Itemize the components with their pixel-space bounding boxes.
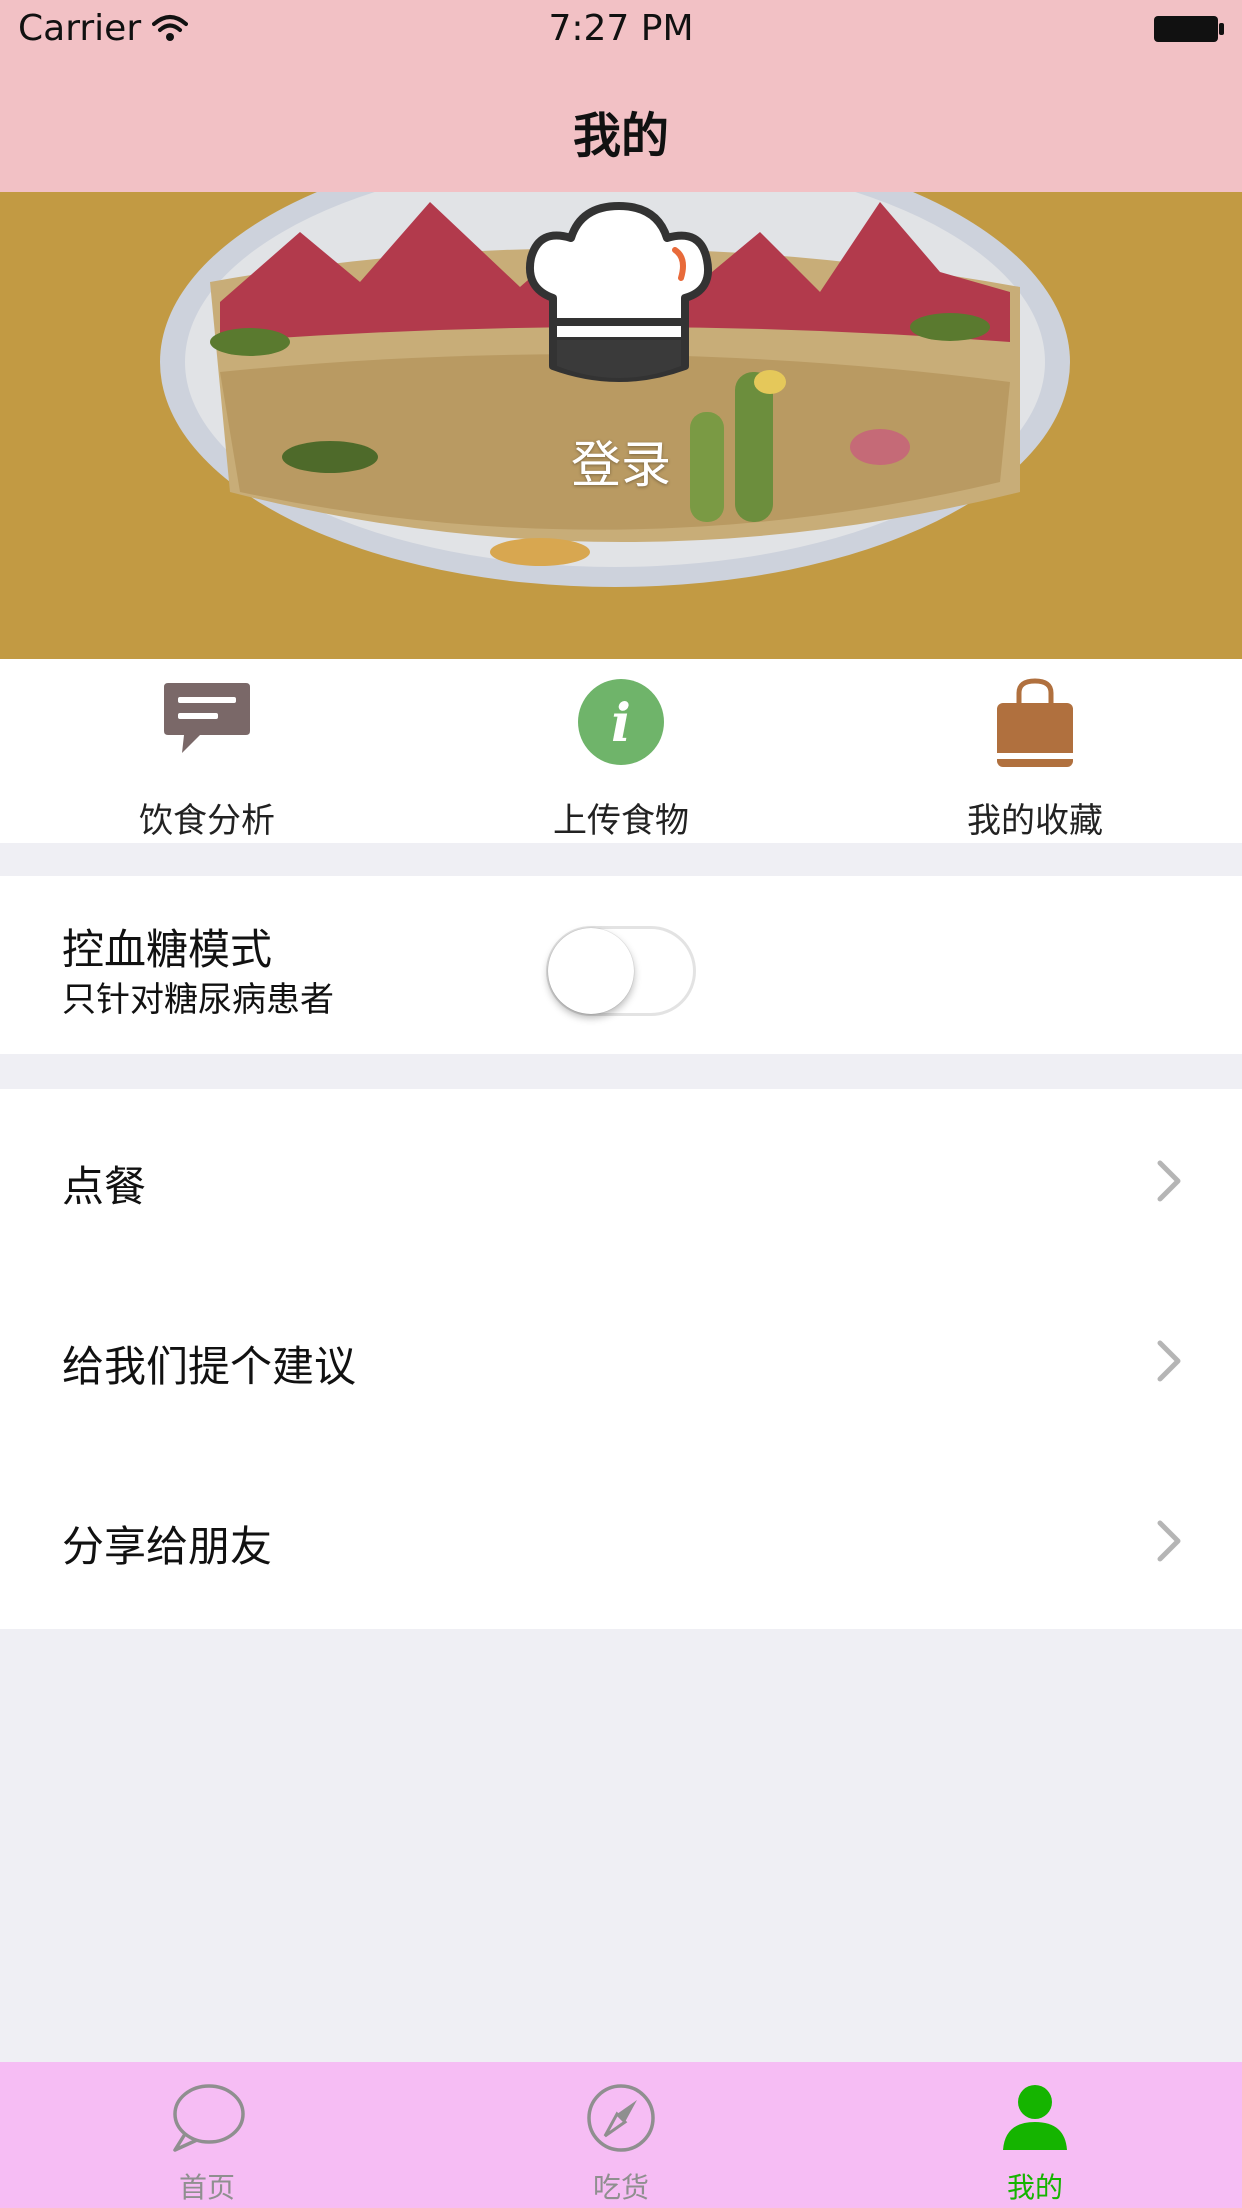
menu-item-label: 给我们提个建议 — [62, 1342, 357, 1391]
compass-icon — [585, 2082, 657, 2158]
chat-bubble-icon — [167, 2082, 247, 2158]
top-bar: Carrier 7:27 PM 我的 — [0, 0, 1242, 192]
tab-mine[interactable]: 我的 — [828, 2062, 1242, 2208]
battery-icon — [1152, 14, 1226, 48]
shortcut-row: 饮食分析 i 上传食物 我的收藏 — [0, 659, 1242, 843]
person-icon — [999, 2082, 1071, 2156]
tab-home[interactable]: 首页 — [0, 2062, 414, 2208]
menu-item-label: 分享给朋友 — [62, 1522, 273, 1571]
toggle-knob — [548, 928, 634, 1014]
tab-label: 吃货 — [592, 2171, 649, 2204]
shortcut-favorites[interactable]: 我的收藏 — [828, 659, 1242, 843]
menu-item-feedback[interactable]: 给我们提个建议 — [0, 1269, 1242, 1449]
shortcut-diet-analysis[interactable]: 饮食分析 — [0, 659, 414, 843]
glucose-mode-toggle[interactable] — [546, 926, 696, 1016]
shortcut-label: 我的收藏 — [967, 801, 1103, 841]
chevron-right-icon — [1156, 1519, 1182, 1567]
bag-icon — [995, 677, 1075, 773]
page-title: 我的 — [572, 108, 669, 164]
chevron-right-icon — [1156, 1159, 1182, 1207]
profile-header: 登录 — [0, 192, 1242, 659]
glucose-mode-subtitle: 只针对糖尿病患者 — [62, 980, 334, 1020]
glucose-mode-title: 控血糖模式 — [62, 925, 273, 974]
menu-item-label: 点餐 — [62, 1162, 147, 1211]
message-icon — [160, 677, 254, 763]
shortcut-label: 饮食分析 — [139, 801, 275, 841]
menu-list: 点餐 给我们提个建议 分享给朋友 — [0, 1089, 1242, 1629]
chef-hat-avatar-icon[interactable] — [515, 198, 725, 412]
tab-bar: 首页 吃货 我的 — [0, 2062, 1242, 2208]
info-icon: i — [576, 677, 666, 771]
svg-text:i: i — [611, 693, 631, 754]
tab-label: 我的 — [1006, 2171, 1063, 2204]
shortcut-upload-food[interactable]: i 上传食物 — [414, 659, 828, 843]
menu-item-order[interactable]: 点餐 — [0, 1089, 1242, 1269]
shortcut-label: 上传食物 — [553, 801, 689, 841]
chevron-right-icon — [1156, 1339, 1182, 1387]
status-time: 7:27 PM — [548, 8, 694, 49]
login-button[interactable]: 登录 — [0, 425, 1242, 497]
tab-foodie[interactable]: 吃货 — [414, 2062, 828, 2208]
tab-label: 首页 — [178, 2171, 235, 2204]
menu-item-share[interactable]: 分享给朋友 — [0, 1449, 1242, 1629]
